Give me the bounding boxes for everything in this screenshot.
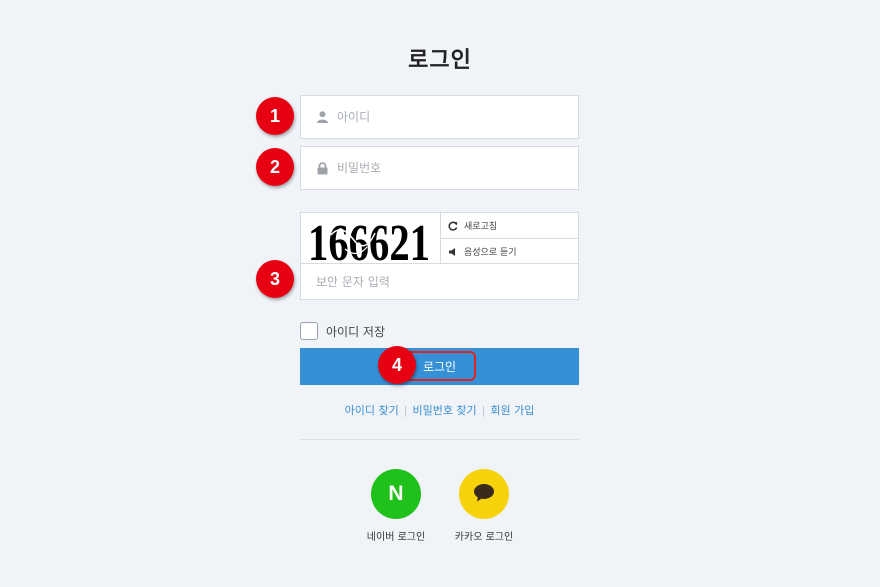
link-separator: | (403, 404, 408, 417)
find-id-link[interactable]: 아이디 찾기 (345, 404, 399, 417)
captcha-refresh-button[interactable]: 새로고침 (441, 213, 578, 238)
captcha-graphic: 166621 (308, 215, 430, 264)
naver-logo-icon: N (388, 482, 404, 505)
captcha-actions: 새로고침 음성으로 듣기 (440, 213, 578, 264)
page-title: 로그인 (408, 48, 472, 73)
captcha-refresh-label: 새로고침 (464, 222, 498, 232)
link-separator: | (481, 404, 486, 417)
security-code-field[interactable] (300, 263, 579, 300)
account-links: 아이디 찾기 | 비밀번호 찾기 | 회원 가입 (300, 402, 579, 418)
login-page: 로그인 166621 새로고침 (0, 0, 880, 587)
kakao-speech-bubble-icon (473, 483, 495, 506)
captcha-image: 166621 (301, 213, 440, 264)
remember-id-checkbox[interactable] (300, 322, 318, 340)
remember-id-label: 아이디 저장 (326, 324, 386, 339)
captcha-box: 166621 새로고침 음성으로 듣기 (300, 212, 579, 264)
kakao-login[interactable]: 카카오 로그인 (444, 469, 524, 543)
annotation-badge-1: 1 (256, 97, 294, 135)
naver-logo-button[interactable]: N (371, 469, 421, 519)
divider (300, 439, 579, 440)
captcha-audio-label: 음성으로 듣기 (464, 248, 517, 258)
kakao-logo-button[interactable] (459, 469, 509, 519)
annotation-badge-2: 2 (256, 148, 294, 186)
remember-id[interactable]: 아이디 저장 (300, 322, 385, 340)
refresh-icon (448, 221, 458, 231)
captcha-audio-button[interactable]: 음성으로 듣기 (441, 238, 578, 264)
annotation-badge-4: 4 (378, 346, 416, 384)
password-field[interactable] (300, 146, 579, 190)
password-input[interactable] (337, 147, 567, 189)
kakao-login-label: 카카오 로그인 (454, 532, 514, 543)
id-input[interactable] (337, 96, 567, 138)
speaker-icon (448, 247, 458, 257)
id-field[interactable] (300, 95, 579, 139)
captcha-text: 166621 (308, 215, 430, 264)
find-password-link[interactable]: 비밀번호 찾기 (412, 404, 476, 417)
user-icon (315, 110, 329, 124)
lock-icon (315, 161, 329, 175)
signup-link[interactable]: 회원 가입 (490, 404, 534, 417)
annotation-badge-3: 3 (256, 260, 294, 298)
naver-login[interactable]: N 네이버 로그인 (356, 469, 436, 543)
naver-login-label: 네이버 로그인 (366, 532, 426, 543)
security-code-input[interactable] (301, 264, 531, 299)
